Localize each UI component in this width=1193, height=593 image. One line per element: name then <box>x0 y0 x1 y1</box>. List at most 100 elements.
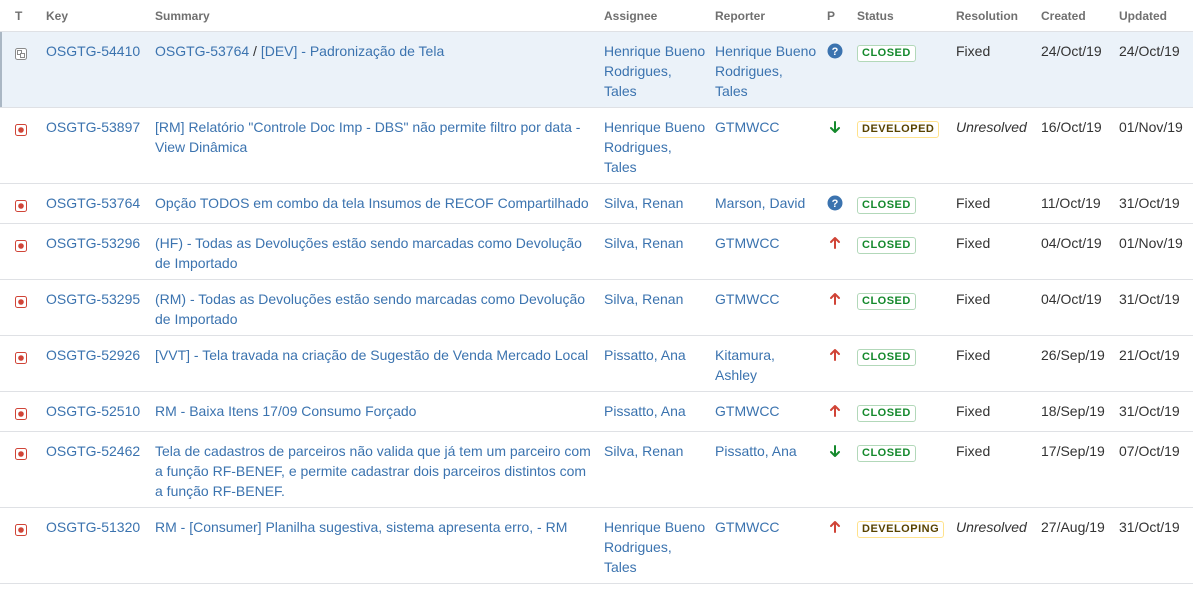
column-header-assignee[interactable]: Assignee <box>604 0 715 32</box>
bug-icon[interactable] <box>15 237 27 252</box>
bug-icon[interactable] <box>15 521 27 536</box>
issue-key-link[interactable]: OSGTG-52926 <box>46 347 140 363</box>
table-row[interactable]: OSGTG-54410 OSGTG-53764 / [DEV] - Padron… <box>0 31 1193 108</box>
parent-issue-link[interactable]: OSGTG-53764 <box>155 43 249 59</box>
column-header-summary[interactable]: Summary <box>155 0 604 32</box>
resolution-text: Fixed <box>956 291 991 307</box>
issue-summary-link[interactable]: [RM] Relatório "Controle Doc Imp - DBS" … <box>155 119 580 155</box>
reporter-link[interactable]: GTMWCC <box>715 519 780 535</box>
created-cell: 16/Oct/19 <box>1041 107 1119 184</box>
issue-key-link[interactable]: OSGTG-53764 <box>46 195 140 211</box>
assignee-link[interactable]: Henrique Bueno Rodrigues, Tales <box>604 119 705 175</box>
issue-summary-cell: (HF) - Todas as Devoluções estão sendo m… <box>155 223 604 280</box>
reporter-cell: GTMWCC <box>715 391 827 432</box>
status-badge: CLOSED <box>857 293 916 310</box>
status-badge: CLOSED <box>857 197 916 214</box>
bug-icon[interactable] <box>15 405 27 420</box>
issue-summary-link[interactable]: [DEV] - Padronização de Tela <box>261 43 444 59</box>
assignee-link[interactable]: Silva, Renan <box>604 195 683 211</box>
issue-key-link[interactable]: OSGTG-52510 <box>46 403 140 419</box>
reporter-link[interactable]: Pissatto, Ana <box>715 443 797 459</box>
issue-key-link[interactable]: OSGTG-53897 <box>46 119 140 135</box>
issue-key-cell: OSGTG-53295 <box>46 279 155 336</box>
issue-summary-cell: Opção TODOS em combo da tela Insumos de … <box>155 183 604 224</box>
priority-cell <box>827 431 857 508</box>
column-header-reporter[interactable]: Reporter <box>715 0 827 32</box>
assignee-link[interactable]: Henrique Bueno Rodrigues, Tales <box>604 43 705 99</box>
created-date: 27/Aug/19 <box>1041 519 1105 535</box>
created-cell: 27/Aug/19 <box>1041 507 1119 584</box>
issue-type-cell <box>0 335 46 392</box>
resolution-cell: Fixed <box>956 31 1041 108</box>
assignee-cell: Silva, Renan <box>604 183 715 224</box>
column-header-priority[interactable]: P <box>827 0 857 32</box>
issue-summary-link[interactable]: [VVT] - Tela travada na criação de Suges… <box>155 347 588 363</box>
table-row[interactable]: OSGTG-53295 (RM) - Todas as Devoluções e… <box>0 279 1193 336</box>
resolution-cell: Fixed <box>956 335 1041 392</box>
reporter-link[interactable]: Marson, David <box>715 195 805 211</box>
assignee-link[interactable]: Silva, Renan <box>604 291 683 307</box>
issue-key-link[interactable]: OSGTG-53295 <box>46 291 140 307</box>
issue-summary-link[interactable]: (HF) - Todas as Devoluções estão sendo m… <box>155 235 582 271</box>
subtask-icon[interactable] <box>15 45 27 60</box>
svg-text:?: ? <box>832 198 839 210</box>
assignee-link[interactable]: Silva, Renan <box>604 443 683 459</box>
assignee-link[interactable]: Pissatto, Ana <box>604 347 686 363</box>
created-cell: 11/Oct/19 <box>1041 183 1119 224</box>
issue-key-cell: OSGTG-53764 <box>46 183 155 224</box>
reporter-link[interactable]: GTMWCC <box>715 235 780 251</box>
column-header-status[interactable]: Status <box>857 0 956 32</box>
issue-key-link[interactable]: OSGTG-53296 <box>46 235 140 251</box>
bug-icon[interactable] <box>15 121 27 136</box>
table-row[interactable]: OSGTG-52926 [VVT] - Tela travada na cria… <box>0 335 1193 392</box>
issue-summary-link[interactable]: RM - [Consumer] Planilha sugestiva, sist… <box>155 519 567 535</box>
assignee-link[interactable]: Pissatto, Ana <box>604 403 686 419</box>
reporter-link[interactable]: GTMWCC <box>715 291 780 307</box>
status-badge: CLOSED <box>857 349 916 366</box>
column-header-updated[interactable]: Updated <box>1119 0 1193 32</box>
issue-type-cell <box>0 391 46 432</box>
column-header-type[interactable]: T <box>0 0 46 32</box>
assignee-cell: Silva, Renan <box>604 223 715 280</box>
reporter-link[interactable]: Kitamura, Ashley <box>715 347 775 383</box>
reporter-link[interactable]: GTMWCC <box>715 403 780 419</box>
reporter-link[interactable]: Henrique Bueno Rodrigues, Tales <box>715 43 816 99</box>
bug-icon[interactable] <box>15 197 27 212</box>
issue-summary-link[interactable]: RM - Baixa Itens 17/09 Consumo Forçado <box>155 403 416 419</box>
issue-key-link[interactable]: OSGTG-52462 <box>46 443 140 459</box>
priority-cell: ? <box>827 31 857 108</box>
status-cell: CLOSED <box>857 391 956 432</box>
issue-key-cell: OSGTG-53296 <box>46 223 155 280</box>
table-row[interactable]: OSGTG-52510 RM - Baixa Itens 17/09 Consu… <box>0 391 1193 432</box>
table-row[interactable]: OSGTG-52462 Tela de cadastros de parceir… <box>0 431 1193 508</box>
issue-type-cell <box>0 183 46 224</box>
bug-icon[interactable] <box>15 349 27 364</box>
table-row[interactable]: OSGTG-53764 Opção TODOS em combo da tela… <box>0 183 1193 224</box>
column-header-resolution[interactable]: Resolution <box>956 0 1041 32</box>
bug-icon[interactable] <box>15 293 27 308</box>
reporter-link[interactable]: GTMWCC <box>715 119 780 135</box>
issue-summary-link[interactable]: (RM) - Todas as Devoluções estão sendo m… <box>155 291 585 327</box>
assignee-cell: Pissatto, Ana <box>604 335 715 392</box>
reporter-cell: Marson, David <box>715 183 827 224</box>
updated-date: 24/Oct/19 <box>1119 43 1180 59</box>
assignee-cell: Pissatto, Ana <box>604 391 715 432</box>
issue-key-link[interactable]: OSGTG-54410 <box>46 43 140 59</box>
table-row[interactable]: OSGTG-51320 RM - [Consumer] Planilha sug… <box>0 507 1193 584</box>
resolution-text: Fixed <box>956 195 991 211</box>
assignee-link[interactable]: Henrique Bueno Rodrigues, Tales <box>604 519 705 575</box>
status-cell: CLOSED <box>857 31 956 108</box>
table-row[interactable]: OSGTG-53897 [RM] Relatório "Controle Doc… <box>0 107 1193 184</box>
issue-key-cell: OSGTG-54410 <box>46 31 155 108</box>
issue-summary-link[interactable]: Tela de cadastros de parceiros não valid… <box>155 443 591 499</box>
bug-icon[interactable] <box>15 445 27 460</box>
column-header-key[interactable]: Key <box>46 0 155 32</box>
created-cell: 04/Oct/19 <box>1041 223 1119 280</box>
arrow-up-icon <box>827 519 843 535</box>
issue-summary-cell: RM - [Consumer] Planilha sugestiva, sist… <box>155 507 604 584</box>
issue-summary-link[interactable]: Opção TODOS em combo da tela Insumos de … <box>155 195 589 211</box>
assignee-link[interactable]: Silva, Renan <box>604 235 683 251</box>
column-header-created[interactable]: Created <box>1041 0 1119 32</box>
table-row[interactable]: OSGTG-53296 (HF) - Todas as Devoluções e… <box>0 223 1193 280</box>
issue-key-link[interactable]: OSGTG-51320 <box>46 519 140 535</box>
